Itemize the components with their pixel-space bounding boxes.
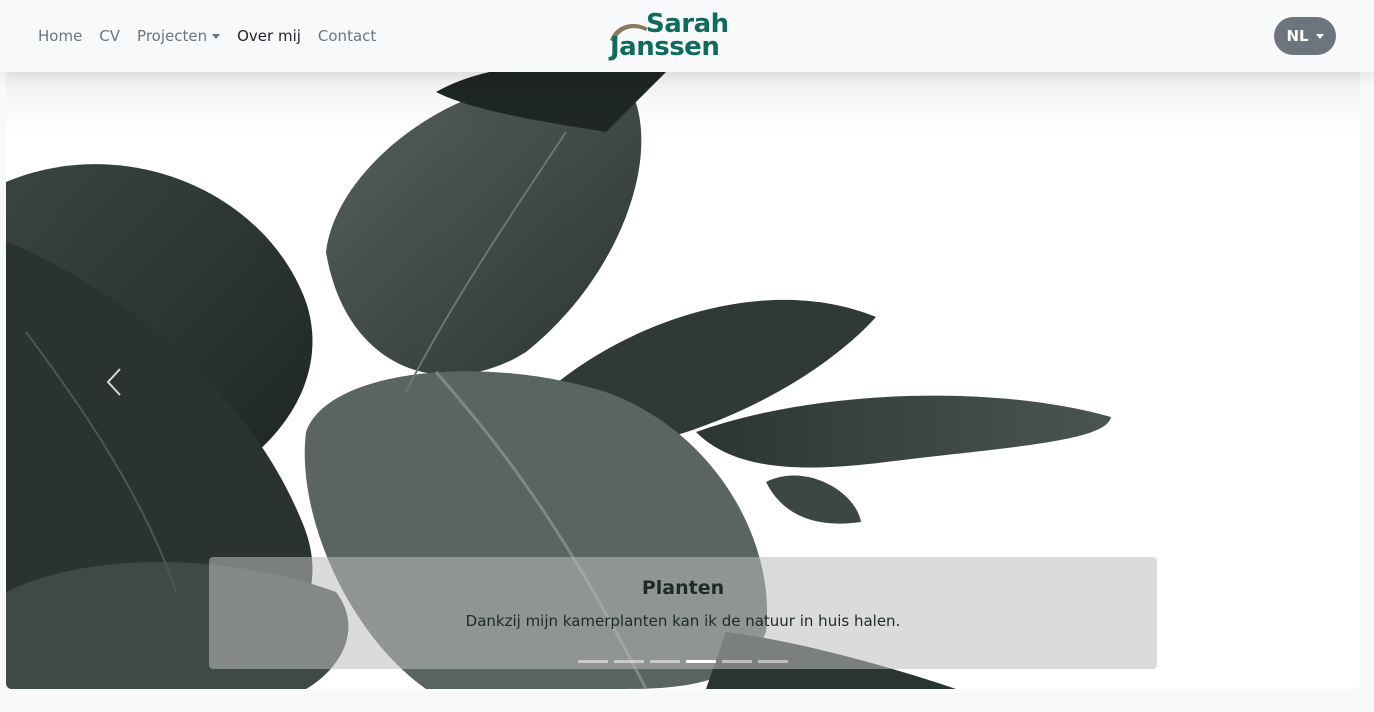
navbar: Home CV Projecten Over mij Contact Sarah… xyxy=(0,0,1374,72)
carousel-indicator-active[interactable] xyxy=(686,660,716,663)
nav-link-projecten-label: Projecten xyxy=(137,27,208,45)
nav-link-home[interactable]: Home xyxy=(38,27,82,45)
caption-text: Dankzij mijn kamerplanten kan ik de natu… xyxy=(465,612,901,630)
brand-name-last: Janssen xyxy=(610,32,720,62)
carousel-indicator[interactable] xyxy=(578,660,608,663)
carousel-indicator[interactable] xyxy=(650,660,680,663)
nav-link-over-mij[interactable]: Over mij xyxy=(237,27,301,45)
nav-link-cv[interactable]: CV xyxy=(99,27,120,45)
carousel-indicator[interactable] xyxy=(758,660,788,663)
carousel-caption: Planten Dankzij mijn kamerplanten kan ik… xyxy=(209,557,1157,669)
chevron-down-icon xyxy=(212,33,221,39)
chevron-down-icon xyxy=(1315,33,1324,39)
caption-title: Planten xyxy=(641,577,725,599)
carousel-indicator[interactable] xyxy=(614,660,644,663)
carousel-prev-button[interactable] xyxy=(94,362,134,402)
nav-link-contact[interactable]: Contact xyxy=(318,27,376,45)
chevron-left-icon xyxy=(106,368,121,396)
nav-link-projecten[interactable]: Projecten xyxy=(137,27,221,45)
language-dropdown-button[interactable]: NL xyxy=(1274,17,1336,55)
carousel-indicator[interactable] xyxy=(722,660,752,663)
carousel-indicators xyxy=(578,660,794,663)
language-label: NL xyxy=(1286,27,1309,45)
brand-logo[interactable]: Sarah Janssen xyxy=(608,10,734,64)
carousel: Planten Dankzij mijn kamerplanten kan ik… xyxy=(6,72,1360,689)
nav-links: Home CV Projecten Over mij Contact xyxy=(38,0,393,72)
